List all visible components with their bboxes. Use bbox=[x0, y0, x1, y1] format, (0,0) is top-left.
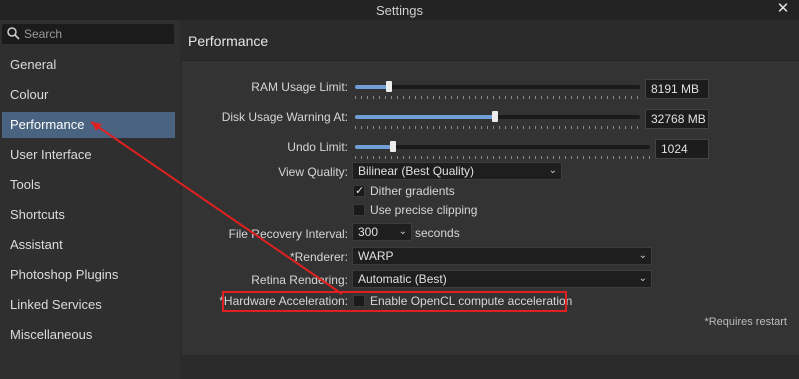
sidebar-item-colour[interactable]: Colour bbox=[2, 82, 175, 108]
retina-rendering-dropdown[interactable]: Automatic (Best) ⌄ bbox=[352, 270, 652, 288]
ram-value-field[interactable]: 8191 MB bbox=[645, 79, 709, 99]
sidebar-item-general[interactable]: General bbox=[2, 52, 175, 78]
disk-slider-thumb[interactable] bbox=[491, 111, 498, 122]
page-title: Performance bbox=[188, 33, 269, 49]
undo-slider[interactable] bbox=[355, 141, 650, 152]
disk-slider[interactable] bbox=[355, 111, 640, 122]
sidebar-item-tools[interactable]: Tools bbox=[2, 172, 175, 198]
ram-usage-label: RAM Usage Limit: bbox=[251, 80, 348, 94]
precise-clipping-checkbox[interactable] bbox=[353, 204, 365, 216]
sidebar-item-miscellaneous[interactable]: Miscellaneous bbox=[2, 322, 175, 348]
ram-slider-ticks bbox=[355, 96, 640, 99]
opencl-checkbox[interactable] bbox=[353, 295, 365, 307]
chevron-down-icon: ⌄ bbox=[638, 250, 647, 261]
file-recovery-dropdown[interactable]: 300 ⌄ bbox=[352, 223, 412, 241]
file-recovery-value: 300 bbox=[358, 225, 379, 239]
undo-slider-ticks bbox=[355, 156, 650, 159]
renderer-dropdown[interactable]: WARP ⌄ bbox=[352, 247, 652, 265]
disk-value-field[interactable]: 32768 MB bbox=[645, 109, 709, 129]
sidebar-item-shortcuts[interactable]: Shortcuts bbox=[2, 202, 175, 228]
chevron-down-icon: ⌄ bbox=[638, 273, 647, 284]
ram-slider[interactable] bbox=[355, 81, 640, 92]
view-quality-value: Bilinear (Best Quality) bbox=[358, 164, 475, 178]
file-recovery-label: File Recovery Interval: bbox=[228, 227, 348, 241]
sidebar: General Colour Performance User Interfac… bbox=[0, 20, 180, 379]
renderer-label: *Renderer: bbox=[289, 250, 348, 264]
sidebar-item-assistant[interactable]: Assistant bbox=[2, 232, 175, 258]
chevron-down-icon: ⌄ bbox=[398, 226, 407, 237]
search-input[interactable] bbox=[24, 26, 169, 42]
disk-slider-ticks bbox=[355, 126, 640, 129]
close-icon[interactable]: ✕ bbox=[775, 1, 791, 17]
sidebar-item-linked-services[interactable]: Linked Services bbox=[2, 292, 175, 318]
dither-checkbox[interactable]: ✓ bbox=[353, 185, 365, 197]
search-box[interactable] bbox=[2, 24, 174, 44]
requires-restart-note: *Requires restart bbox=[704, 316, 787, 328]
retina-rendering-value: Automatic (Best) bbox=[358, 272, 447, 286]
undo-limit-label: Undo Limit: bbox=[287, 140, 348, 154]
undo-value-field[interactable]: 1024 bbox=[655, 139, 709, 159]
sidebar-item-performance[interactable]: Performance bbox=[2, 112, 175, 138]
opencl-label: Enable OpenCL compute acceleration bbox=[370, 294, 573, 308]
renderer-value: WARP bbox=[358, 249, 394, 263]
settings-panel bbox=[182, 62, 799, 355]
window-title: Settings bbox=[376, 3, 423, 18]
hardware-acceleration-label: *Hardware Acceleration: bbox=[219, 294, 348, 308]
disk-slider-fill bbox=[355, 115, 495, 119]
ram-slider-thumb[interactable] bbox=[386, 81, 393, 92]
search-icon bbox=[7, 27, 20, 40]
disk-usage-label: Disk Usage Warning At: bbox=[221, 110, 348, 124]
sidebar-item-user-interface[interactable]: User Interface bbox=[2, 142, 175, 168]
checkmark-icon: ✓ bbox=[355, 185, 365, 197]
title-bar: Settings ✕ bbox=[0, 0, 799, 20]
chevron-down-icon: ⌄ bbox=[548, 165, 557, 176]
ram-slider-fill bbox=[355, 85, 390, 89]
retina-rendering-label: Retina Rendering: bbox=[251, 273, 348, 287]
view-quality-dropdown[interactable]: Bilinear (Best Quality) ⌄ bbox=[352, 162, 562, 180]
precise-clipping-label: Use precise clipping bbox=[370, 203, 478, 217]
sidebar-item-photoshop-plugins[interactable]: Photoshop Plugins bbox=[2, 262, 175, 288]
file-recovery-unit: seconds bbox=[415, 226, 460, 240]
dither-label: Dither gradients bbox=[370, 184, 455, 198]
view-quality-label: View Quality: bbox=[278, 165, 348, 179]
undo-slider-fill bbox=[355, 145, 394, 149]
undo-slider-thumb[interactable] bbox=[390, 141, 397, 152]
